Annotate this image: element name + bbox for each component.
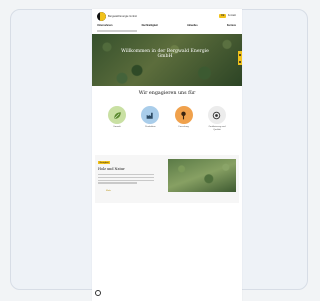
nav-item-1[interactable]: Unternehmen	[97, 24, 112, 27]
news-tag: Neuigkeit	[98, 161, 111, 165]
news-heading[interactable]: Holz und Natur	[98, 167, 125, 171]
nav-item-4[interactable]: Karriere	[227, 24, 236, 27]
utility-bar: DE Kontakt	[219, 14, 236, 18]
commitment-label: Produktion	[145, 126, 156, 128]
globe-icon	[207, 106, 226, 124]
hero-banner: Willkommen in der Bergwald Energie GmbH	[92, 34, 242, 86]
commitment-title: Wir engagieren uns für	[138, 91, 196, 96]
commitment-item-forschung[interactable]: Forschung	[172, 106, 196, 131]
commitment-label: Zertifizierung und Qualität	[208, 126, 226, 131]
hero-side-tab[interactable]	[238, 51, 242, 65]
news-text-placeholder	[98, 174, 154, 185]
commitment-section: Wir engagieren uns für Umwelt Produktion…	[92, 86, 242, 148]
site-header: Bergwald Energie GmbH DE Kontakt Unterne…	[92, 9, 242, 34]
brand-name: Bergwald Energie GmbH	[108, 15, 137, 18]
commitment-label: Forschung	[178, 126, 189, 128]
news-teaser: Neuigkeit Holz und Natur Mehr	[95, 155, 239, 203]
side-tab-dot	[239, 53, 241, 56]
news-image	[168, 159, 236, 192]
language-button[interactable]: DE	[219, 14, 226, 18]
main-nav: Unternehmen Nachhaltigkeit Aktuelles Kar…	[97, 24, 236, 27]
contact-link[interactable]: Kontakt	[228, 14, 236, 17]
news-more-link[interactable]: Mehr	[106, 190, 111, 192]
leaf-icon	[108, 106, 126, 124]
factory-icon	[141, 106, 160, 124]
commitment-item-zertifizierung[interactable]: Zertifizierung und Qualität	[205, 106, 229, 131]
side-tab-dot	[239, 60, 241, 63]
commitment-list: Umwelt Produktion Forschung Zertifizieru…	[105, 106, 229, 131]
nav-item-2[interactable]: Nachhaltigkeit	[142, 24, 158, 27]
nav-item-3[interactable]: Aktuelles	[187, 24, 198, 27]
company-logo[interactable]	[97, 12, 106, 21]
commitment-item-produktion[interactable]: Produktion	[138, 106, 162, 131]
commitment-label: Umwelt	[113, 126, 121, 128]
commitment-item-umwelt[interactable]: Umwelt	[105, 106, 129, 131]
hero-title: Willkommen in der Bergwald Energie GmbH	[121, 49, 209, 60]
chat-icon[interactable]	[95, 290, 101, 296]
web-page: Bergwald Energie GmbH DE Kontakt Unterne…	[92, 9, 242, 301]
pin-icon	[174, 106, 193, 124]
breadcrumb	[97, 30, 137, 32]
